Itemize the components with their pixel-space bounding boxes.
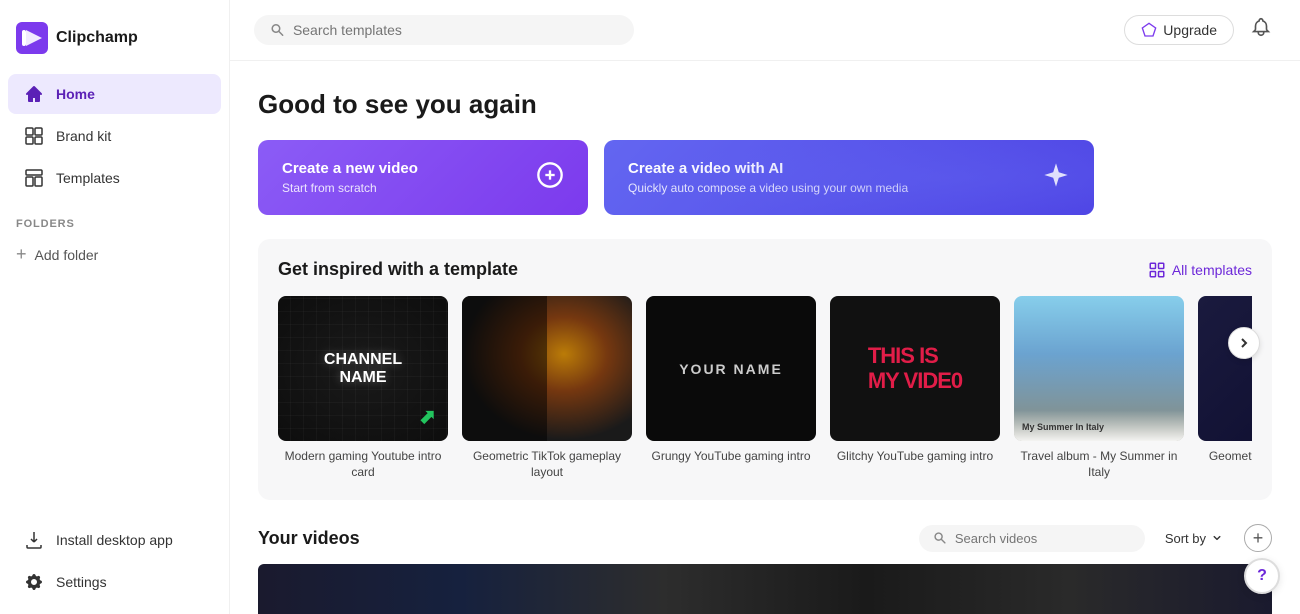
- template-card-gaming-2[interactable]: YOUR NAME Grungy YouTube gaming intro: [646, 296, 816, 480]
- sidebar-item-settings[interactable]: Settings: [8, 562, 221, 602]
- ai-video-text: Create a video with AI Quickly auto comp…: [628, 160, 908, 195]
- page-title: Good to see you again: [258, 89, 1272, 120]
- template-name-travel: Travel album - My Summer in Italy: [1014, 449, 1184, 480]
- template-section-header: Get inspired with a template All templat…: [278, 259, 1252, 280]
- template-thumb-geo-yt: YOURNAM: [1198, 296, 1252, 441]
- topbar: Upgrade: [230, 0, 1300, 61]
- templates-carousel: CHANNELNAME ⬈ Modern gaming Youtube intr…: [278, 296, 1252, 480]
- settings-label: Settings: [56, 574, 107, 590]
- carousel-next-button[interactable]: [1228, 327, 1260, 359]
- green-arrow-icon: ⬈: [419, 404, 436, 429]
- brand-icon: [24, 126, 44, 146]
- folders-label: FOLDERS: [16, 218, 213, 230]
- add-folder-button[interactable]: + Add folder: [16, 238, 213, 271]
- sort-by-button[interactable]: Sort by: [1157, 527, 1232, 550]
- your-videos-title: Your videos: [258, 528, 360, 549]
- template-section: Get inspired with a template All templat…: [258, 239, 1272, 500]
- sort-label: Sort by: [1165, 531, 1206, 546]
- template-card-tiktok[interactable]: Geometric TikTok gameplay layout: [462, 296, 632, 480]
- carousel-container: CHANNELNAME ⬈ Modern gaming Youtube intr…: [278, 296, 1252, 480]
- ai-video-card[interactable]: Create a video with AI Quickly auto comp…: [604, 140, 1094, 215]
- all-templates-label: All templates: [1172, 262, 1252, 278]
- app-name: Clipchamp: [56, 29, 138, 47]
- travel-label: My Summer In Italy: [1022, 422, 1104, 432]
- video-search-box[interactable]: [919, 525, 1145, 552]
- template-name-tiktok: Geometric TikTok gameplay layout: [462, 449, 632, 480]
- plus-icon: +: [16, 244, 27, 265]
- ai-video-subtitle: Quickly auto compose a video using your …: [628, 181, 908, 195]
- home-icon: [24, 84, 44, 104]
- glitchy-text: THIS ISMY VIDE0: [868, 344, 962, 392]
- sidebar-item-install[interactable]: Install desktop app: [8, 520, 221, 560]
- content-area: Good to see you again Create a new video…: [230, 61, 1300, 614]
- topbar-right: Upgrade: [1124, 12, 1276, 48]
- chevron-down-icon: [1210, 531, 1224, 545]
- app-logo: Clipchamp: [0, 12, 229, 74]
- template-section-title: Get inspired with a template: [278, 259, 518, 280]
- tiktok-overlay: [462, 296, 547, 441]
- sidebar-item-brand-label: Brand kit: [56, 128, 111, 144]
- plus-circle-icon: [536, 161, 564, 195]
- templates-icon: [24, 168, 44, 188]
- your-videos-section: Your videos Sort by +: [258, 524, 1272, 614]
- search-box[interactable]: [254, 15, 634, 45]
- folders-section: FOLDERS + Add folder: [0, 198, 229, 279]
- travel-overlay: My Summer In Italy: [1014, 410, 1184, 441]
- search-icon: [270, 22, 285, 38]
- template-card-travel[interactable]: My Summer In Italy Travel album - My Sum…: [1014, 296, 1184, 480]
- template-name-geo-yt: Geometric YouTube gaming intro: [1198, 449, 1252, 480]
- videos-controls: Sort by +: [919, 524, 1272, 552]
- your-name-text: YOUR NAME: [679, 361, 783, 377]
- template-card-geo-yt[interactable]: YOURNAM Geometric YouTube gaming intro: [1198, 296, 1252, 480]
- new-video-title: Create a new video: [282, 160, 418, 177]
- video-strip: [258, 564, 1272, 614]
- all-templates-link[interactable]: All templates: [1148, 261, 1252, 279]
- sidebar-item-brand-kit[interactable]: Brand kit: [8, 116, 221, 156]
- template-thumb-gaming-2: YOUR NAME: [646, 296, 816, 441]
- template-thumb-travel: My Summer In Italy: [1014, 296, 1184, 441]
- template-thumb-tiktok: [462, 296, 632, 441]
- upgrade-button[interactable]: Upgrade: [1124, 15, 1234, 45]
- action-cards: Create a new video Start from scratch Cr…: [258, 140, 1272, 215]
- help-button[interactable]: ?: [1244, 558, 1280, 594]
- main-area: Upgrade Good to see you again Create a n…: [230, 0, 1300, 614]
- notification-button[interactable]: [1246, 12, 1276, 48]
- sidebar-item-templates-label: Templates: [56, 170, 120, 186]
- install-label: Install desktop app: [56, 532, 173, 548]
- new-video-text: Create a new video Start from scratch: [282, 160, 418, 195]
- template-name-gaming-2: Grungy YouTube gaming intro: [646, 449, 816, 465]
- sidebar-item-home[interactable]: Home: [8, 74, 221, 114]
- template-card-gaming-1[interactable]: CHANNELNAME ⬈ Modern gaming Youtube intr…: [278, 296, 448, 480]
- template-name-glitchy: Glitchy YouTube gaming intro: [830, 449, 1000, 465]
- thumb-channel-text: CHANNELNAME: [324, 351, 402, 386]
- help-icon: ?: [1257, 567, 1267, 585]
- template-thumb-gaming-1: CHANNELNAME ⬈: [278, 296, 448, 441]
- new-video-subtitle: Start from scratch: [282, 181, 418, 195]
- bell-icon: [1250, 16, 1272, 38]
- sparkle-icon: [1042, 161, 1070, 195]
- grid-icon: [1148, 261, 1166, 279]
- add-video-button[interactable]: +: [1244, 524, 1272, 552]
- template-thumb-glitchy: THIS ISMY VIDE0: [830, 296, 1000, 441]
- diamond-icon: [1141, 22, 1157, 38]
- upgrade-label: Upgrade: [1163, 22, 1217, 38]
- sidebar-item-home-label: Home: [56, 86, 95, 102]
- video-search-icon: [933, 531, 947, 545]
- sidebar-item-templates[interactable]: Templates: [8, 158, 221, 198]
- sidebar: Clipchamp Home Brand kit Templates: [0, 0, 230, 614]
- ai-video-title: Create a video with AI: [628, 160, 908, 177]
- search-input[interactable]: [293, 22, 618, 38]
- template-card-glitchy[interactable]: THIS ISMY VIDE0 Glitchy YouTube gaming i…: [830, 296, 1000, 480]
- download-icon: [24, 530, 44, 550]
- template-name-gaming-1: Modern gaming Youtube intro card: [278, 449, 448, 480]
- videos-header: Your videos Sort by +: [258, 524, 1272, 552]
- create-new-video-card[interactable]: Create a new video Start from scratch: [258, 140, 588, 215]
- add-folder-label: Add folder: [35, 247, 99, 263]
- video-search-input[interactable]: [955, 531, 1131, 546]
- sidebar-bottom: Install desktop app Settings: [0, 520, 229, 602]
- gear-icon: [24, 572, 44, 592]
- sidebar-nav: Home Brand kit Templates: [0, 74, 229, 198]
